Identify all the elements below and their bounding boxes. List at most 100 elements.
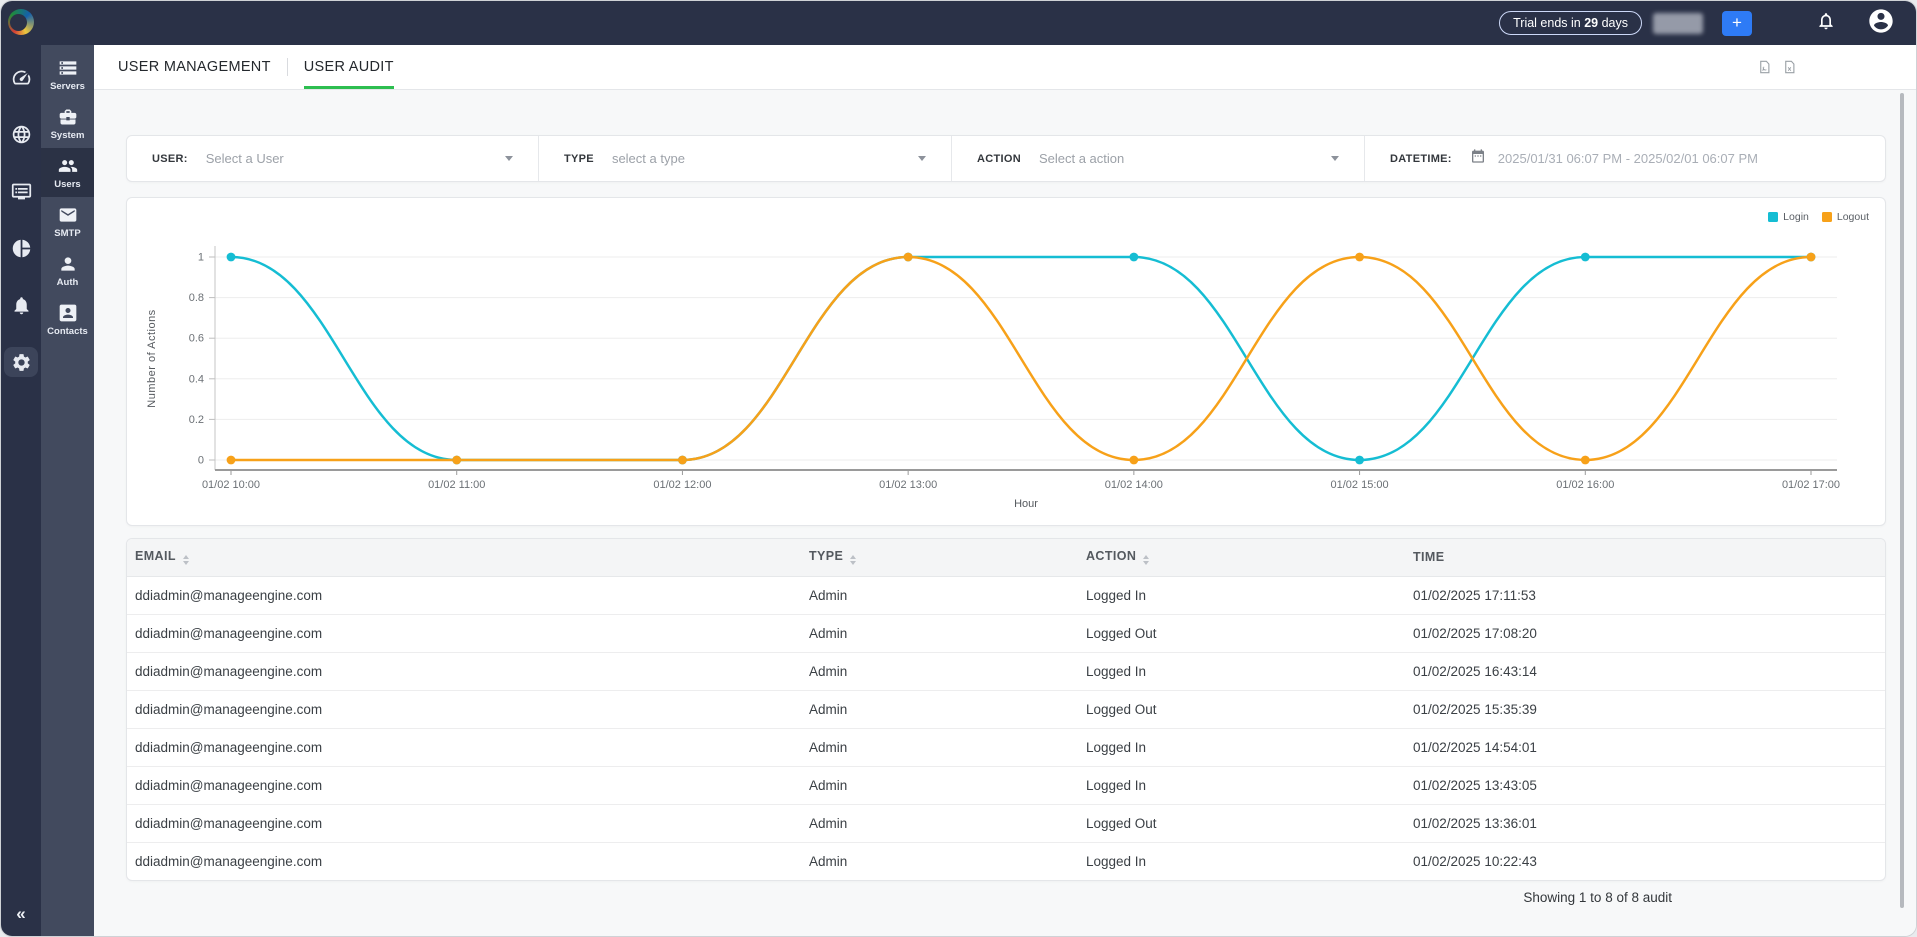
appliance-icon[interactable] — [4, 176, 38, 206]
table-row[interactable]: ddiadmin@manageengine.comAdminLogged Out… — [127, 804, 1885, 842]
table-row[interactable]: ddiadmin@manageengine.comAdminLogged In0… — [127, 576, 1885, 614]
tab-user-management[interactable]: USER MANAGEMENT — [118, 45, 271, 89]
legend-item-login[interactable]: Login — [1768, 211, 1809, 223]
datetime-range-value: 2025/01/31 06:07 PM - 2025/02/01 06:07 P… — [1498, 151, 1758, 166]
datetime-filter-label: DATETIME: — [1390, 153, 1452, 165]
reports-pie-icon[interactable] — [4, 233, 38, 263]
tab-user-audit[interactable]: USER AUDIT — [304, 45, 394, 89]
dashboard-speedometer-icon[interactable] — [4, 62, 38, 92]
sidebar-item-label: Servers — [50, 81, 85, 92]
action-filter-placeholder: Select a action — [1039, 151, 1124, 166]
header-label: TYPE — [809, 549, 843, 563]
svg-text:0.8: 0.8 — [189, 292, 204, 304]
cell-action: Logged In — [1078, 576, 1405, 614]
pdf-file-icon[interactable] — [1757, 58, 1772, 76]
svg-text:01/02 12:00: 01/02 12:00 — [653, 479, 711, 491]
svg-text:01/02 13:00: 01/02 13:00 — [879, 479, 937, 491]
user-avatar-icon[interactable] — [1867, 7, 1895, 40]
sort-icon — [1143, 555, 1149, 565]
contact-card-icon — [58, 303, 78, 323]
table-row[interactable]: ddiadmin@manageengine.comAdminLogged In0… — [127, 728, 1885, 766]
svg-text:01/02 17:00: 01/02 17:00 — [1782, 479, 1840, 491]
cell-action: Logged In — [1078, 842, 1405, 880]
column-header-action[interactable]: ACTION — [1078, 539, 1405, 576]
cell-time: 01/02/2025 10:22:43 — [1405, 842, 1885, 880]
svg-text:01/02 10:00: 01/02 10:00 — [202, 479, 260, 491]
cell-action: Logged In — [1078, 766, 1405, 804]
cell-email: ddiadmin@manageengine.com — [127, 842, 801, 880]
collapse-sidebar-button[interactable]: « — [16, 904, 25, 924]
sidebar-item-label: Contacts — [47, 326, 88, 337]
table-header-row: EMAIL TYPE ACTION TIME — [127, 539, 1885, 576]
trial-text-suffix: days — [1598, 16, 1628, 30]
trial-days: 29 — [1584, 16, 1598, 30]
sidebar-item-system[interactable]: System — [41, 99, 94, 148]
table-row[interactable]: ddiadmin@manageengine.comAdminLogged Out… — [127, 690, 1885, 728]
cell-email: ddiadmin@manageengine.com — [127, 728, 801, 766]
cell-time: 01/02/2025 17:08:20 — [1405, 614, 1885, 652]
legend-item-logout[interactable]: Logout — [1822, 211, 1869, 223]
action-filter-select[interactable]: ACTION Select a action — [952, 136, 1365, 181]
svg-text:0.2: 0.2 — [189, 414, 204, 426]
sidebar-item-users[interactable]: Users — [41, 148, 94, 197]
cell-email: ddiadmin@manageengine.com — [127, 766, 801, 804]
svg-text:01/02 14:00: 01/02 14:00 — [1105, 479, 1163, 491]
svg-text:01/02 11:00: 01/02 11:00 — [428, 479, 485, 491]
toolbox-icon — [58, 107, 78, 127]
redacted-text — [1653, 13, 1703, 34]
calendar-icon — [1470, 148, 1486, 169]
tab-separator — [287, 58, 288, 76]
type-filter-select[interactable]: TYPE select a type — [539, 136, 952, 181]
user-filter-placeholder: Select a User — [206, 151, 284, 166]
cell-time: 01/02/2025 17:11:53 — [1405, 576, 1885, 614]
sort-icon — [850, 555, 856, 565]
trial-badge[interactable]: Trial ends in 29 days — [1499, 11, 1642, 35]
dns-globe-icon[interactable] — [4, 119, 38, 149]
cell-action: Logged Out — [1078, 804, 1405, 842]
notifications-bell-icon[interactable] — [1816, 11, 1836, 36]
cell-type: Admin — [801, 576, 1078, 614]
brand-logo-icon[interactable] — [8, 9, 34, 35]
add-button[interactable]: + — [1722, 11, 1752, 36]
app-window: « Trial ends in 29 days + Servers — [0, 0, 1917, 937]
svg-text:Number of Actions: Number of Actions — [146, 309, 158, 407]
datetime-range-picker[interactable]: DATETIME: 2025/01/31 06:07 PM - 2025/02/… — [1365, 136, 1885, 181]
secondary-sidebar: Servers System Users SMTP Auth — [41, 45, 94, 936]
sidebar-item-label: System — [51, 130, 85, 141]
table-row[interactable]: ddiadmin@manageengine.comAdminLogged In0… — [127, 766, 1885, 804]
sidebar-item-label: Auth — [57, 277, 79, 288]
alerts-bell-icon[interactable] — [4, 290, 38, 320]
user-filter-select[interactable]: USER: Select a User — [127, 136, 539, 181]
excel-file-icon[interactable] — [1782, 58, 1797, 76]
settings-gear-icon[interactable] — [4, 347, 38, 377]
table-row[interactable]: ddiadmin@manageengine.comAdminLogged In0… — [127, 652, 1885, 690]
cell-time: 01/02/2025 15:35:39 — [1405, 690, 1885, 728]
cell-email: ddiadmin@manageengine.com — [127, 804, 801, 842]
sidebar-item-servers[interactable]: Servers — [41, 50, 94, 99]
users-icon — [58, 156, 78, 176]
sidebar-item-contacts[interactable]: Contacts — [41, 295, 94, 344]
vertical-scrollbar-thumb[interactable] — [1900, 93, 1904, 908]
topbar: Trial ends in 29 days + — [41, 1, 1916, 45]
legend-label: Login — [1783, 211, 1809, 223]
person-icon — [58, 254, 78, 274]
cell-email: ddiadmin@manageengine.com — [127, 690, 801, 728]
chevron-down-icon — [918, 156, 926, 161]
cell-type: Admin — [801, 614, 1078, 652]
column-header-time[interactable]: TIME — [1405, 539, 1885, 576]
cell-time: 01/02/2025 14:54:01 — [1405, 728, 1885, 766]
table-row[interactable]: ddiadmin@manageengine.comAdminLogged In0… — [127, 842, 1885, 880]
svg-text:1: 1 — [198, 252, 204, 264]
audit-chart[interactable]: 00.20.40.60.8101/02 10:0001/02 11:0001/0… — [127, 198, 1867, 525]
table-row[interactable]: ddiadmin@manageengine.comAdminLogged Out… — [127, 614, 1885, 652]
filter-bar: USER: Select a User TYPE select a type A… — [126, 135, 1886, 182]
audit-chart-card: Login Logout 00.20.40.60.8101/02 10:0001… — [126, 197, 1886, 526]
user-audit-page: USER: Select a User TYPE select a type A… — [94, 90, 1916, 936]
sidebar-item-smtp[interactable]: SMTP — [41, 197, 94, 246]
column-header-type[interactable]: TYPE — [801, 539, 1078, 576]
cell-time: 01/02/2025 13:43:05 — [1405, 766, 1885, 804]
sidebar-item-label: Users — [54, 179, 80, 190]
sidebar-item-auth[interactable]: Auth — [41, 246, 94, 295]
cell-email: ddiadmin@manageengine.com — [127, 614, 801, 652]
column-header-email[interactable]: EMAIL — [127, 539, 801, 576]
